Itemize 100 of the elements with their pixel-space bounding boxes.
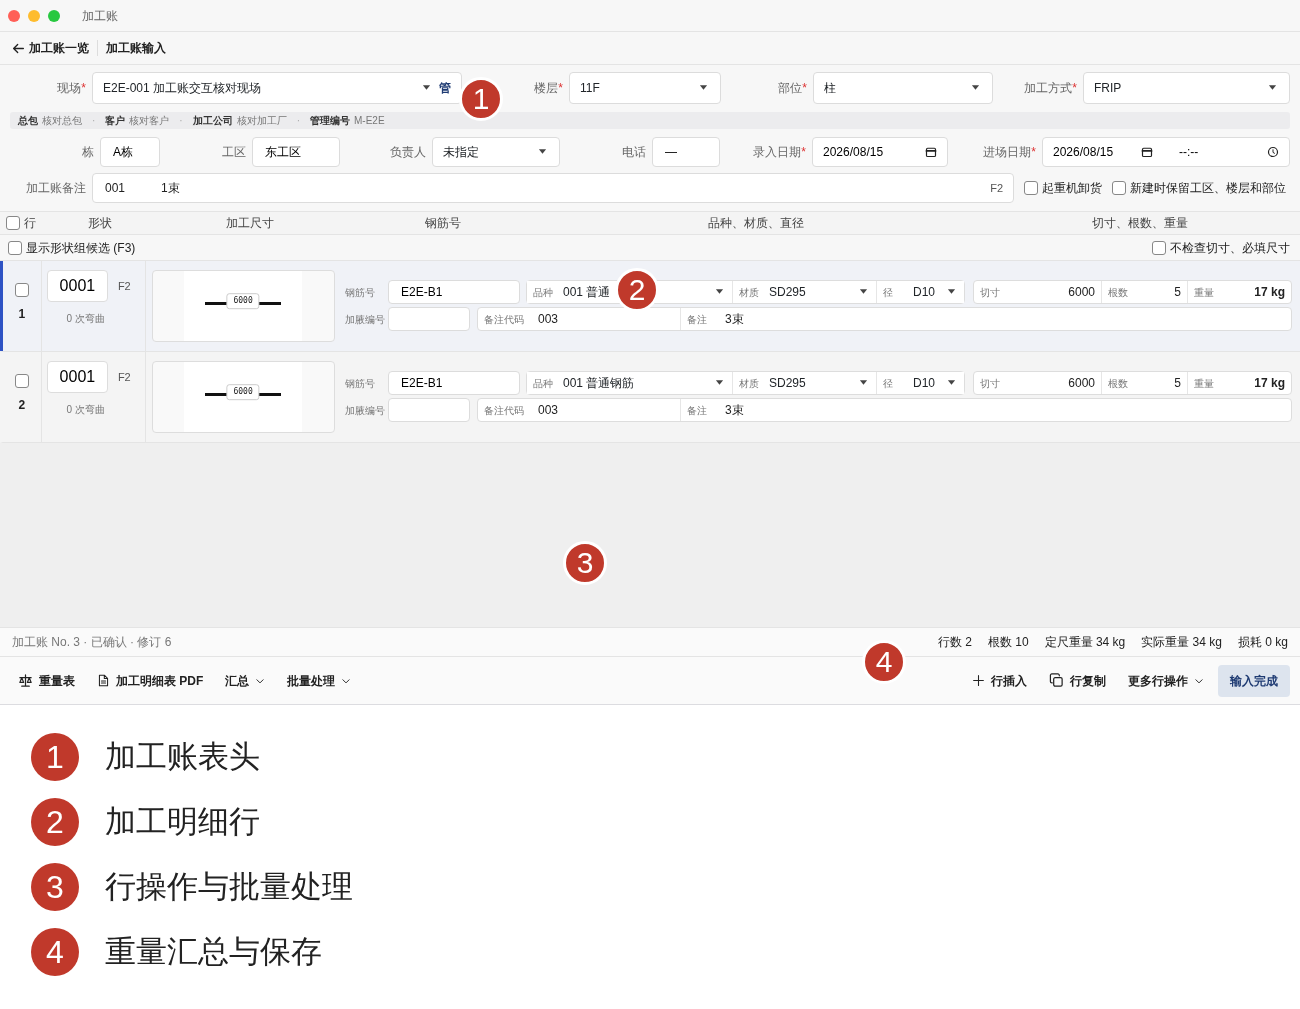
input-field[interactable]: E2E-B1 [388, 371, 520, 395]
select-field[interactable]: FRIP [1083, 72, 1290, 104]
field-label: 备注代码 [484, 403, 524, 418]
legend-text: 行操作与批量处理 [105, 867, 353, 906]
calendar-icon [1141, 146, 1153, 158]
date-field[interactable]: 2026/08/15 [812, 137, 948, 167]
finish-button[interactable]: 输入完成 [1218, 664, 1290, 697]
separator-dot: · [296, 114, 301, 128]
clock-icon [1267, 146, 1279, 158]
dropdown-button[interactable]: 汇总 [217, 667, 274, 694]
date-time-field[interactable]: 2026/08/15 --:-- [1042, 137, 1290, 167]
input-field[interactable] [388, 307, 470, 331]
table-row[interactable]: 2 0001 F2 0 次弯曲 6000 钢筋号 E2E-B1 品种 001 普通钢筋 材质 SD295 径 D10 切寸 6000 根数 5 重量 17 kg 加腋编号 备注代码 003 备注 3束 [0, 352, 1300, 443]
shortcut-hint: F2 [990, 180, 1003, 196]
column-header: 加工尺寸 [226, 215, 275, 232]
status-stat: 根数 10 [987, 634, 1029, 651]
field-label: 备注 [687, 312, 708, 327]
required-mark: * [558, 81, 563, 95]
dropdown-button[interactable]: 更多行操作 [1120, 667, 1212, 694]
select-field[interactable]: E2E-001 加工账交互核对现场 管 [92, 72, 462, 104]
manage-link[interactable]: 管 [439, 79, 451, 97]
checkbox[interactable] [1024, 181, 1038, 195]
field-label: 备注代码 [484, 312, 524, 327]
back-link[interactable]: 加工账一览 [12, 39, 89, 57]
column-header: 行 [24, 215, 36, 232]
checkbox-label: 起重机卸货 [1042, 180, 1102, 197]
checkbox-label: 不检查切寸、必填尺寸 [1170, 239, 1290, 257]
toolbar-button[interactable]: 行复制 [1041, 667, 1114, 694]
legend-text: 加工明细行 [105, 802, 260, 841]
checkbox-label: 新建时保留工区、楼层和部位 [1130, 180, 1286, 197]
input-field[interactable]: — [652, 137, 720, 167]
checkbox[interactable] [1112, 181, 1126, 195]
field-value: 003 [538, 402, 559, 419]
select-all-checkbox[interactable] [6, 216, 20, 230]
toolbar-button[interactable]: 加工明细表 PDF [89, 667, 212, 694]
window-title: 加工账 [82, 7, 118, 25]
field-label: 电话 [622, 145, 646, 159]
page-title: 加工账输入 [106, 40, 166, 57]
field-label: 品种 [533, 285, 554, 300]
select-field[interactable]: 品种 001 普通钢筋 [527, 372, 733, 394]
dropdown-button[interactable]: 批量处理 [279, 667, 360, 694]
info-text: 总包 核对总包 [18, 114, 82, 128]
row-checkbox[interactable] [14, 374, 29, 388]
status-stat: 损耗 0 kg [1238, 634, 1288, 651]
back-arrow-icon [12, 41, 25, 55]
separator-dot: · [92, 114, 96, 128]
legend-number: 1 [31, 733, 79, 781]
field-label: 径 [883, 376, 894, 391]
row-checkbox[interactable] [14, 283, 29, 297]
select-field[interactable]: 柱 [813, 72, 993, 104]
field-label: 录入日期 [753, 145, 802, 159]
column-header: 钢筋号 [425, 215, 462, 232]
time-input[interactable]: --:-- [1179, 138, 1261, 166]
field-label: 楼层 [534, 81, 559, 95]
close-button[interactable] [8, 9, 20, 22]
row-number: 2 [18, 397, 26, 414]
shape-card[interactable]: 6000 [151, 361, 335, 433]
copy-icon [1049, 673, 1064, 688]
field-label: 加腋编号 [345, 312, 386, 327]
input-field[interactable]: 东工区 [252, 137, 340, 167]
field-value: 6000 [1068, 375, 1095, 392]
input-field[interactable]: E2E-B1 [388, 280, 520, 304]
info-text: 客户 核对客户 [105, 114, 170, 128]
field-label: 部位 [778, 81, 803, 95]
field-label: 径 [883, 285, 894, 300]
shape-code-field[interactable]: 0001 [46, 270, 108, 302]
select-field[interactable]: 11F [569, 72, 721, 104]
plus-icon [972, 674, 985, 687]
toolbar-button[interactable]: 重量表 [10, 667, 83, 694]
legend-number: 4 [31, 928, 79, 976]
bend-count: 0 次弯曲 [65, 402, 106, 417]
status-stat: 实际重量 34 kg [1141, 634, 1222, 651]
field-label: 重量 [1194, 376, 1215, 391]
column-header: 形状 [88, 215, 113, 232]
input-field[interactable] [388, 398, 470, 422]
calendar-icon [925, 146, 937, 158]
status-text: 加工账 No. 3 · 已确认 · 修订 6 [12, 634, 172, 651]
checkbox[interactable] [1152, 240, 1166, 255]
field-label: 根数 [1108, 376, 1129, 391]
field-label: 加腋编号 [345, 403, 386, 418]
select-field[interactable]: 未指定 [432, 137, 560, 167]
shape-card[interactable]: 6000 [151, 270, 335, 342]
info-text: 管理编号 M-E2E [310, 114, 385, 128]
input-field[interactable]: A栋 [100, 137, 160, 167]
required-mark: * [81, 81, 86, 95]
shape-code-field[interactable]: 0001 [46, 361, 108, 393]
field-label: 加工账备注 [25, 180, 87, 197]
legend-text: 加工账表头 [105, 737, 260, 776]
field-value: 17 kg [1254, 284, 1285, 301]
field-value: 5 [1174, 284, 1181, 301]
maximize-button[interactable] [48, 9, 60, 22]
date-input[interactable]: 2026/08/15 [823, 138, 919, 166]
field-label: 切寸 [980, 376, 1001, 391]
checkbox[interactable] [8, 240, 22, 255]
field-label: 重量 [1194, 285, 1215, 300]
date-input[interactable]: 2026/08/15 [1053, 138, 1135, 166]
required-mark: * [802, 81, 807, 95]
required-mark: * [1031, 145, 1036, 159]
toolbar-button[interactable]: 行插入 [964, 667, 1035, 694]
field-label: 根数 [1108, 285, 1129, 300]
